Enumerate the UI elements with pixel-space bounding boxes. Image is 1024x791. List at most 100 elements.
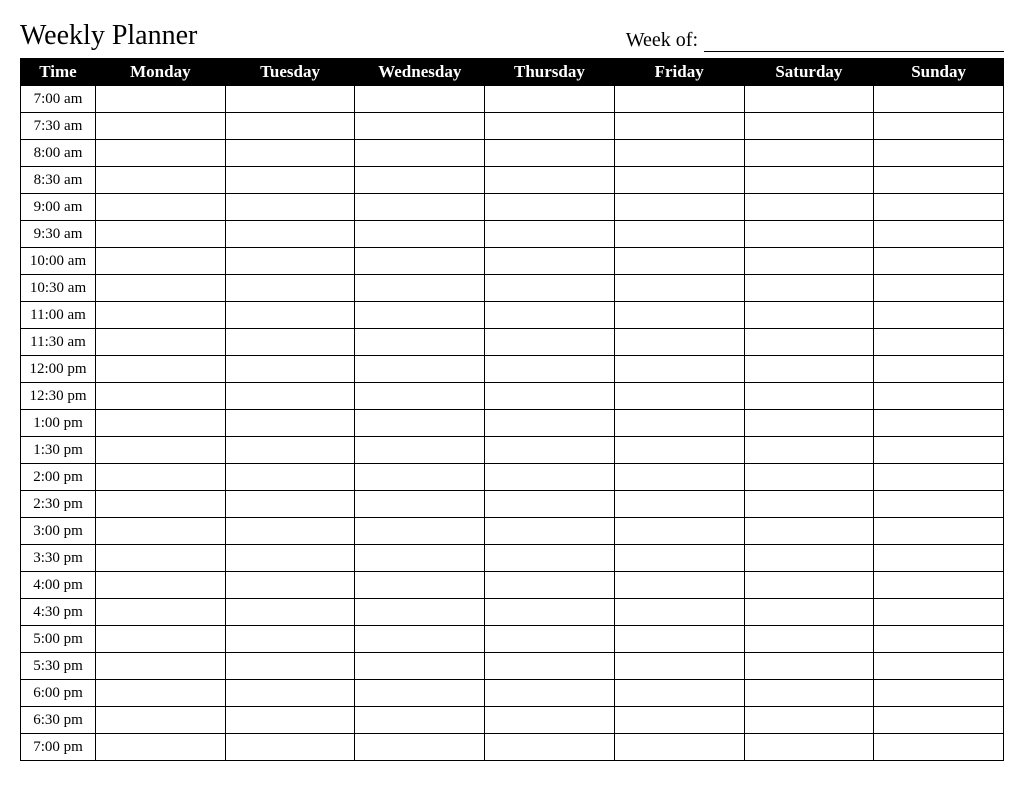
week-of-blank-line[interactable] — [704, 32, 1004, 52]
planner-slot[interactable] — [96, 464, 226, 491]
planner-slot[interactable] — [874, 410, 1004, 437]
planner-slot[interactable] — [485, 680, 615, 707]
planner-slot[interactable] — [96, 734, 226, 761]
planner-slot[interactable] — [96, 707, 226, 734]
planner-slot[interactable] — [485, 86, 615, 113]
planner-slot[interactable] — [744, 275, 874, 302]
planner-slot[interactable] — [744, 167, 874, 194]
planner-slot[interactable] — [485, 302, 615, 329]
planner-slot[interactable] — [96, 545, 226, 572]
planner-slot[interactable] — [744, 194, 874, 221]
planner-slot[interactable] — [614, 221, 744, 248]
planner-slot[interactable] — [874, 545, 1004, 572]
planner-slot[interactable] — [614, 545, 744, 572]
planner-slot[interactable] — [485, 626, 615, 653]
planner-slot[interactable] — [96, 599, 226, 626]
planner-slot[interactable] — [744, 356, 874, 383]
planner-slot[interactable] — [874, 518, 1004, 545]
planner-slot[interactable] — [355, 248, 485, 275]
planner-slot[interactable] — [225, 707, 355, 734]
planner-slot[interactable] — [355, 464, 485, 491]
planner-slot[interactable] — [225, 221, 355, 248]
planner-slot[interactable] — [874, 194, 1004, 221]
planner-slot[interactable] — [96, 653, 226, 680]
planner-slot[interactable] — [744, 248, 874, 275]
planner-slot[interactable] — [225, 248, 355, 275]
planner-slot[interactable] — [485, 572, 615, 599]
planner-slot[interactable] — [96, 194, 226, 221]
planner-slot[interactable] — [614, 464, 744, 491]
planner-slot[interactable] — [614, 329, 744, 356]
planner-slot[interactable] — [355, 518, 485, 545]
planner-slot[interactable] — [614, 248, 744, 275]
planner-slot[interactable] — [96, 518, 226, 545]
planner-slot[interactable] — [744, 410, 874, 437]
planner-slot[interactable] — [874, 140, 1004, 167]
planner-slot[interactable] — [96, 167, 226, 194]
planner-slot[interactable] — [874, 599, 1004, 626]
planner-slot[interactable] — [614, 194, 744, 221]
planner-slot[interactable] — [355, 599, 485, 626]
planner-slot[interactable] — [744, 437, 874, 464]
planner-slot[interactable] — [744, 599, 874, 626]
planner-slot[interactable] — [355, 194, 485, 221]
planner-slot[interactable] — [96, 113, 226, 140]
planner-slot[interactable] — [614, 140, 744, 167]
planner-slot[interactable] — [874, 329, 1004, 356]
planner-slot[interactable] — [485, 383, 615, 410]
planner-slot[interactable] — [225, 437, 355, 464]
planner-slot[interactable] — [874, 248, 1004, 275]
planner-slot[interactable] — [874, 302, 1004, 329]
planner-slot[interactable] — [744, 491, 874, 518]
planner-slot[interactable] — [614, 491, 744, 518]
planner-slot[interactable] — [96, 221, 226, 248]
planner-slot[interactable] — [355, 275, 485, 302]
planner-slot[interactable] — [485, 464, 615, 491]
planner-slot[interactable] — [96, 437, 226, 464]
planner-slot[interactable] — [96, 491, 226, 518]
planner-slot[interactable] — [355, 383, 485, 410]
planner-slot[interactable] — [225, 275, 355, 302]
planner-slot[interactable] — [355, 113, 485, 140]
planner-slot[interactable] — [485, 140, 615, 167]
planner-slot[interactable] — [225, 410, 355, 437]
planner-slot[interactable] — [874, 275, 1004, 302]
planner-slot[interactable] — [225, 680, 355, 707]
planner-slot[interactable] — [225, 167, 355, 194]
planner-slot[interactable] — [225, 653, 355, 680]
planner-slot[interactable] — [355, 356, 485, 383]
planner-slot[interactable] — [744, 140, 874, 167]
planner-slot[interactable] — [744, 626, 874, 653]
planner-slot[interactable] — [485, 599, 615, 626]
planner-slot[interactable] — [874, 680, 1004, 707]
planner-slot[interactable] — [614, 680, 744, 707]
planner-slot[interactable] — [874, 734, 1004, 761]
planner-slot[interactable] — [225, 356, 355, 383]
planner-slot[interactable] — [96, 140, 226, 167]
planner-slot[interactable] — [485, 356, 615, 383]
planner-slot[interactable] — [614, 599, 744, 626]
planner-slot[interactable] — [744, 221, 874, 248]
planner-slot[interactable] — [614, 86, 744, 113]
planner-slot[interactable] — [744, 86, 874, 113]
planner-slot[interactable] — [744, 302, 874, 329]
planner-slot[interactable] — [96, 302, 226, 329]
planner-slot[interactable] — [225, 383, 355, 410]
planner-slot[interactable] — [225, 329, 355, 356]
planner-slot[interactable] — [96, 329, 226, 356]
planner-slot[interactable] — [874, 572, 1004, 599]
planner-slot[interactable] — [355, 545, 485, 572]
planner-slot[interactable] — [614, 275, 744, 302]
planner-slot[interactable] — [614, 734, 744, 761]
planner-slot[interactable] — [355, 626, 485, 653]
planner-slot[interactable] — [225, 545, 355, 572]
planner-slot[interactable] — [614, 437, 744, 464]
planner-slot[interactable] — [485, 437, 615, 464]
planner-slot[interactable] — [355, 734, 485, 761]
planner-slot[interactable] — [485, 653, 615, 680]
planner-slot[interactable] — [744, 464, 874, 491]
planner-slot[interactable] — [225, 113, 355, 140]
planner-slot[interactable] — [744, 383, 874, 410]
planner-slot[interactable] — [614, 626, 744, 653]
planner-slot[interactable] — [744, 329, 874, 356]
